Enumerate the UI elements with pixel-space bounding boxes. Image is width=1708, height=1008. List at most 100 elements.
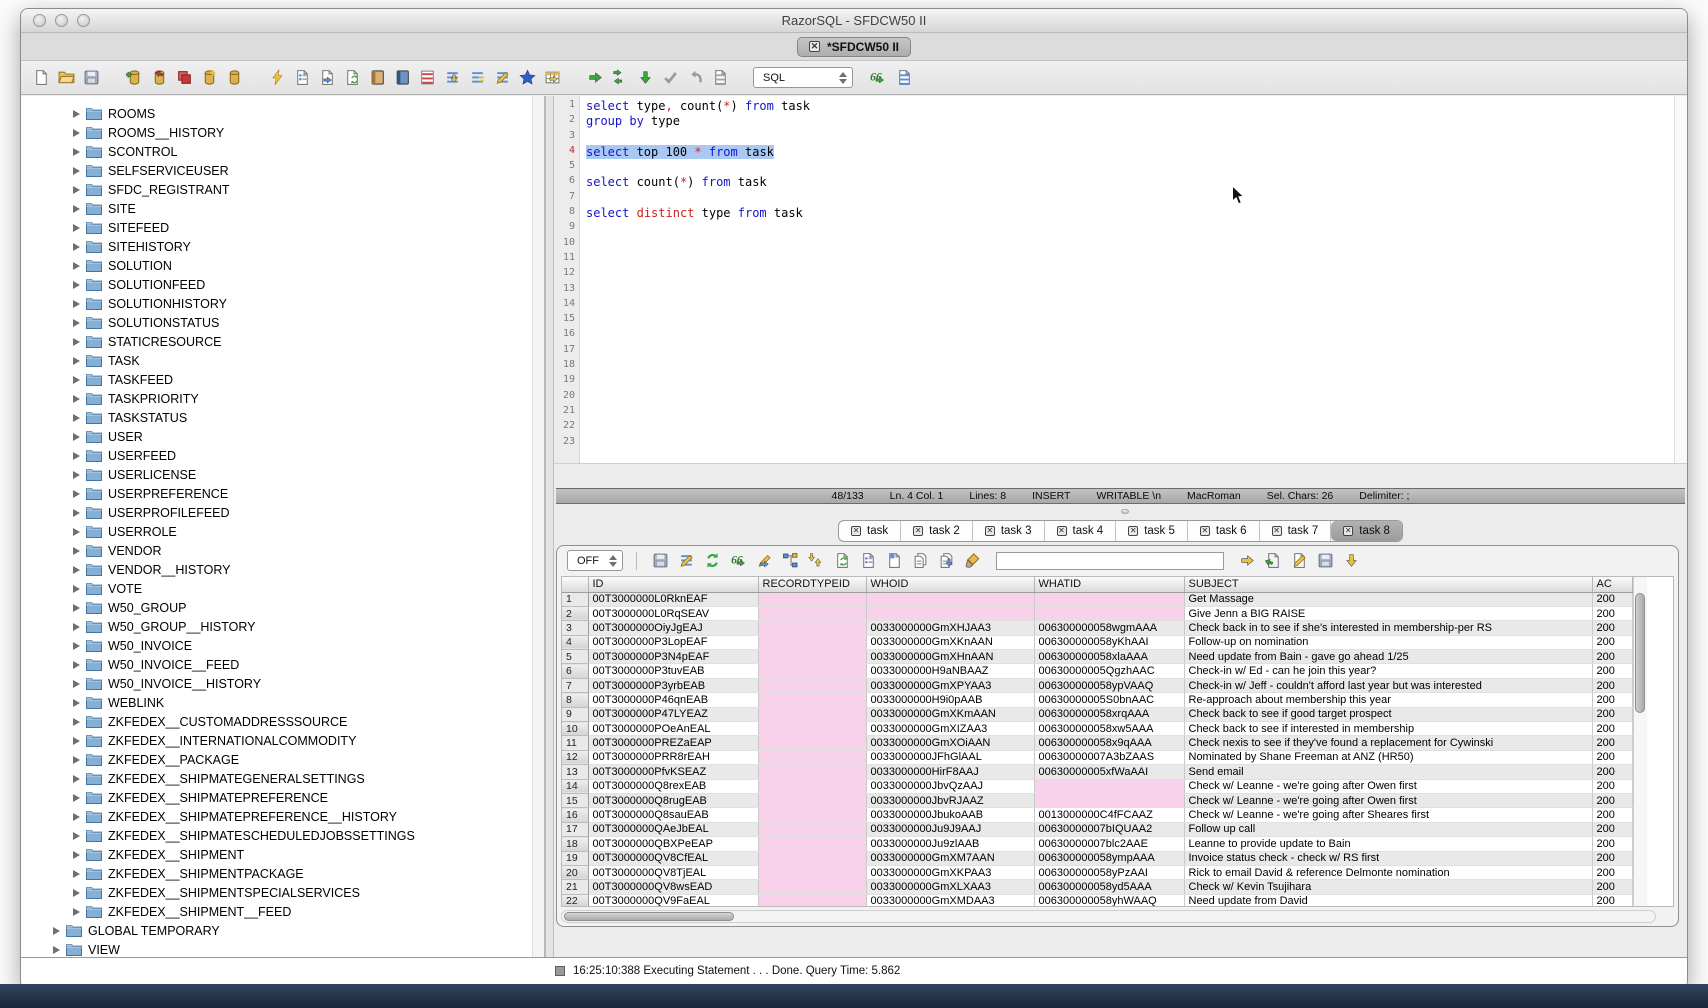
code-line[interactable]: select count(*) from task [586, 175, 1674, 190]
sidebar-item-view[interactable]: VIEW [21, 940, 544, 957]
code-line[interactable] [586, 359, 1674, 374]
sidebar-item-sitehistory[interactable]: SITEHISTORY [21, 237, 544, 256]
table-row[interactable]: 200T3000000L0RqSEAVGive Jenn a BIG RAISE… [562, 606, 1632, 620]
sidebar-item-w50-invoice[interactable]: W50_INVOICE [21, 636, 544, 655]
code-line[interactable] [586, 160, 1674, 175]
copy-results-icon[interactable] [910, 550, 931, 571]
column-tree-icon[interactable] [780, 550, 801, 571]
table-row[interactable]: 600T3000000P3tuvEAB0033000000H9aNBAAZ006… [562, 664, 1632, 678]
sidebar-item-staticresource[interactable]: STATICRESOURCE [21, 332, 544, 351]
sidebar-item-task[interactable]: TASK [21, 351, 544, 370]
save-icon[interactable] [81, 67, 102, 88]
row-limit-select[interactable]: OFF [567, 550, 623, 571]
edit-sql-icon[interactable] [492, 67, 513, 88]
disclosure-triangle-icon[interactable] [73, 262, 80, 270]
disclosure-triangle-icon[interactable] [73, 509, 80, 517]
table-row[interactable]: 1000T3000000POeAnEAL0033000000GmXIZAA300… [562, 722, 1632, 736]
disclosure-triangle-icon[interactable] [73, 566, 80, 574]
disclosure-triangle-icon[interactable] [73, 224, 80, 232]
code-line[interactable] [586, 283, 1674, 298]
sidebar-scrollbar[interactable] [532, 96, 544, 957]
sidebar-item-userpreference[interactable]: USERPREFERENCE [21, 484, 544, 503]
sidebar-item-zkfedex-shipment-feed[interactable]: ZKFEDEX__SHIPMENT__FEED [21, 902, 544, 921]
disclosure-triangle-icon[interactable] [73, 300, 80, 308]
code-line[interactable]: select distinct type from task [586, 206, 1674, 221]
sidebar-item-w50-group-history[interactable]: W50_GROUP__HISTORY [21, 617, 544, 636]
disclosure-triangle-icon[interactable] [73, 680, 80, 688]
column-header-rownum[interactable] [562, 577, 588, 592]
disclosure-triangle-icon[interactable] [73, 775, 80, 783]
grid-vscroll-thumb[interactable] [1635, 593, 1645, 713]
disclosure-triangle-icon[interactable] [73, 813, 80, 821]
close-tab-icon[interactable]: ✕ [913, 526, 923, 536]
disclosure-triangle-icon[interactable] [73, 319, 80, 327]
sidebar-item-w50-group[interactable]: W50_GROUP [21, 598, 544, 617]
table-row[interactable]: 1500T3000000Q8rugEAB0033000000JbvRJAAZCh… [562, 793, 1632, 807]
single-record-icon[interactable] [884, 550, 905, 571]
disclosure-triangle-icon[interactable] [73, 737, 80, 745]
copy-with-headers-icon[interactable] [936, 550, 957, 571]
database-icon[interactable] [224, 67, 245, 88]
code-line[interactable] [586, 298, 1674, 313]
sidebar-item-user[interactable]: USER [21, 427, 544, 446]
sidebar-item-userlicense[interactable]: USERLICENSE [21, 465, 544, 484]
format-sql-icon[interactable] [894, 67, 915, 88]
new-file-icon[interactable] [31, 67, 52, 88]
schema-tree-panel[interactable]: ROOMSROOMS__HISTORYSCONTROLSELFSERVICEUS… [21, 96, 545, 957]
refresh-results-icon[interactable] [702, 550, 723, 571]
result-tab-task-3[interactable]: ✕task 3 [973, 521, 1045, 541]
close-tab-icon[interactable]: ✕ [1343, 526, 1353, 536]
disclosure-triangle-icon[interactable] [53, 927, 60, 935]
disclosure-triangle-icon[interactable] [73, 433, 80, 441]
sidebar-item-taskstatus[interactable]: TASKSTATUS [21, 408, 544, 427]
disclosure-triangle-icon[interactable] [73, 338, 80, 346]
query-log-icon[interactable] [710, 67, 731, 88]
disclosure-triangle-icon[interactable] [73, 395, 80, 403]
close-tab-icon[interactable]: ✕ [1057, 526, 1067, 536]
disclosure-triangle-icon[interactable] [73, 585, 80, 593]
disclosure-triangle-icon[interactable] [73, 148, 80, 156]
sidebar-item-w50-invoice-history[interactable]: W50_INVOICE__HISTORY [21, 674, 544, 693]
close-tab-icon[interactable]: ✕ [985, 526, 995, 536]
result-tab-task-8[interactable]: ✕task 8 [1331, 521, 1402, 541]
column-header-recordtypeid[interactable]: RECORDTYPEID [758, 577, 866, 592]
rollback-icon[interactable] [685, 67, 706, 88]
view-text-icon[interactable]: 66 [728, 550, 749, 571]
table-row[interactable]: 2000T3000000QV8TjEAL0033000000GmXKPAA300… [562, 865, 1632, 879]
disclosure-triangle-icon[interactable] [73, 661, 80, 669]
column-header-ac[interactable]: AC [1592, 577, 1632, 592]
code-line[interactable] [586, 405, 1674, 420]
disclosure-triangle-icon[interactable] [73, 699, 80, 707]
table-row[interactable]: 800T3000000P46qnEAB0033000000H9i0pAAB006… [562, 693, 1632, 707]
result-tab-task-6[interactable]: ✕task 6 [1188, 521, 1260, 541]
disclosure-triangle-icon[interactable] [73, 281, 80, 289]
code-line[interactable] [586, 191, 1674, 206]
document-tab[interactable]: ✕ *SFDCW50 II [797, 37, 911, 57]
title-bar[interactable]: RazorSQL - SFDCW50 II [21, 9, 1687, 33]
resize-grabber[interactable] [1121, 509, 1129, 514]
result-tab-task[interactable]: ✕task [839, 521, 901, 541]
disclosure-triangle-icon[interactable] [73, 110, 80, 118]
table-row[interactable]: 300T3000000OiyJgEAJ0033000000GmXHJAA3006… [562, 621, 1632, 635]
disclosure-triangle-icon[interactable] [73, 547, 80, 555]
import-data-icon[interactable] [342, 67, 363, 88]
table-row[interactable]: 1200T3000000PRR8rEAH0033000000JFhGlAAL00… [562, 750, 1632, 764]
sql-history-icon[interactable] [417, 67, 438, 88]
code-line[interactable] [586, 328, 1674, 343]
sidebar-item-weblink[interactable]: WEBLINK [21, 693, 544, 712]
results-search-input[interactable] [996, 552, 1224, 570]
edit-cell-icon[interactable] [754, 550, 775, 571]
disclosure-triangle-icon[interactable] [73, 851, 80, 859]
sql-editor[interactable]: 1234567891011121314151617181920212223 se… [554, 96, 1687, 464]
disclosure-triangle-icon[interactable] [73, 756, 80, 764]
grid-hscroll-thumb[interactable] [564, 912, 734, 921]
disclosure-triangle-icon[interactable] [73, 718, 80, 726]
describe-results-icon[interactable] [858, 550, 879, 571]
sidebar-item-zkfedex-shipmategeneralsettings[interactable]: ZKFEDEX__SHIPMATEGENERALSETTINGS [21, 769, 544, 788]
disclosure-triangle-icon[interactable] [73, 376, 80, 384]
disclosure-triangle-icon[interactable] [73, 604, 80, 612]
disclosure-triangle-icon[interactable] [73, 129, 80, 137]
sidebar-item-zkfedex-shipmatepreference[interactable]: ZKFEDEX__SHIPMATEPREFERENCE [21, 788, 544, 807]
table-row[interactable]: 1900T3000000QV8CfEAL0033000000GmXM7AAN00… [562, 851, 1632, 865]
disclosure-triangle-icon[interactable] [73, 642, 80, 650]
